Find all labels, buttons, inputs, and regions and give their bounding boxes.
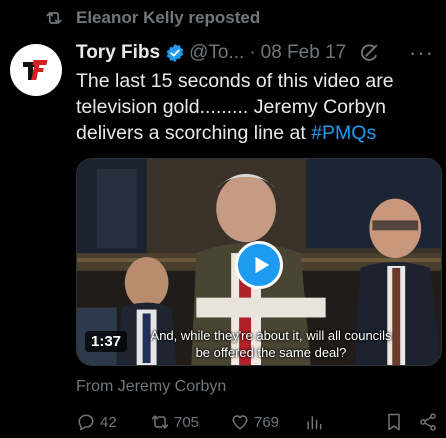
tory-fibs-logo [23, 60, 48, 80]
author-name[interactable]: Tory Fibs [76, 42, 160, 64]
more-options-icon[interactable]: ··· [409, 40, 436, 66]
tweet-text: The last 15 seconds of this video are te… [76, 68, 440, 146]
bookmark-icon [388, 413, 400, 431]
share-button[interactable] [418, 412, 438, 432]
share-icon [420, 413, 436, 431]
play-icon [255, 256, 269, 274]
video-attribution[interactable]: From Jeremy Corbyn [76, 378, 226, 396]
tweet-date[interactable]: 08 Feb 17 [261, 42, 347, 64]
verified-badge-icon [166, 43, 184, 63]
play-button[interactable] [235, 241, 283, 289]
video-subtitles: And, while they're about it, will all co… [121, 327, 421, 361]
reply-icon [78, 414, 94, 431]
bookmark-button[interactable] [384, 412, 404, 432]
heart-icon [232, 415, 248, 430]
reply-button[interactable]: 42 [76, 412, 150, 432]
repost-icon [46, 12, 62, 24]
video-player[interactable]: And, while they're about it, will all co… [76, 158, 442, 366]
hashtag-link[interactable]: #PMQs [311, 122, 376, 144]
header-separator: · [249, 42, 256, 63]
repost-indicator[interactable]: Eleanor Kelly reposted [44, 6, 260, 30]
avatar[interactable] [10, 44, 62, 96]
like-count: 769 [254, 413, 280, 431]
analytics-icon [307, 416, 322, 430]
action-bar: 42 705 769 [76, 410, 438, 434]
subtitle-line-1: And, while they're about it, will all co… [150, 328, 392, 343]
repost-count: 705 [174, 413, 200, 431]
author-handle[interactable]: @To... [189, 42, 244, 64]
subtitle-line-2: be offered the same deal? [195, 345, 347, 360]
repost-text: Eleanor Kelly reposted [76, 8, 261, 27]
repost-button[interactable]: 705 [150, 412, 230, 432]
repost-icon [151, 415, 169, 429]
like-button[interactable]: 769 [230, 412, 304, 432]
video-duration: 1:37 [85, 331, 128, 352]
reply-count: 42 [100, 413, 117, 431]
tweet-header: Tory Fibs @To... · 08 Feb 17 ··· [76, 38, 436, 68]
views-button[interactable] [304, 412, 384, 432]
grok-icon[interactable] [358, 42, 380, 64]
